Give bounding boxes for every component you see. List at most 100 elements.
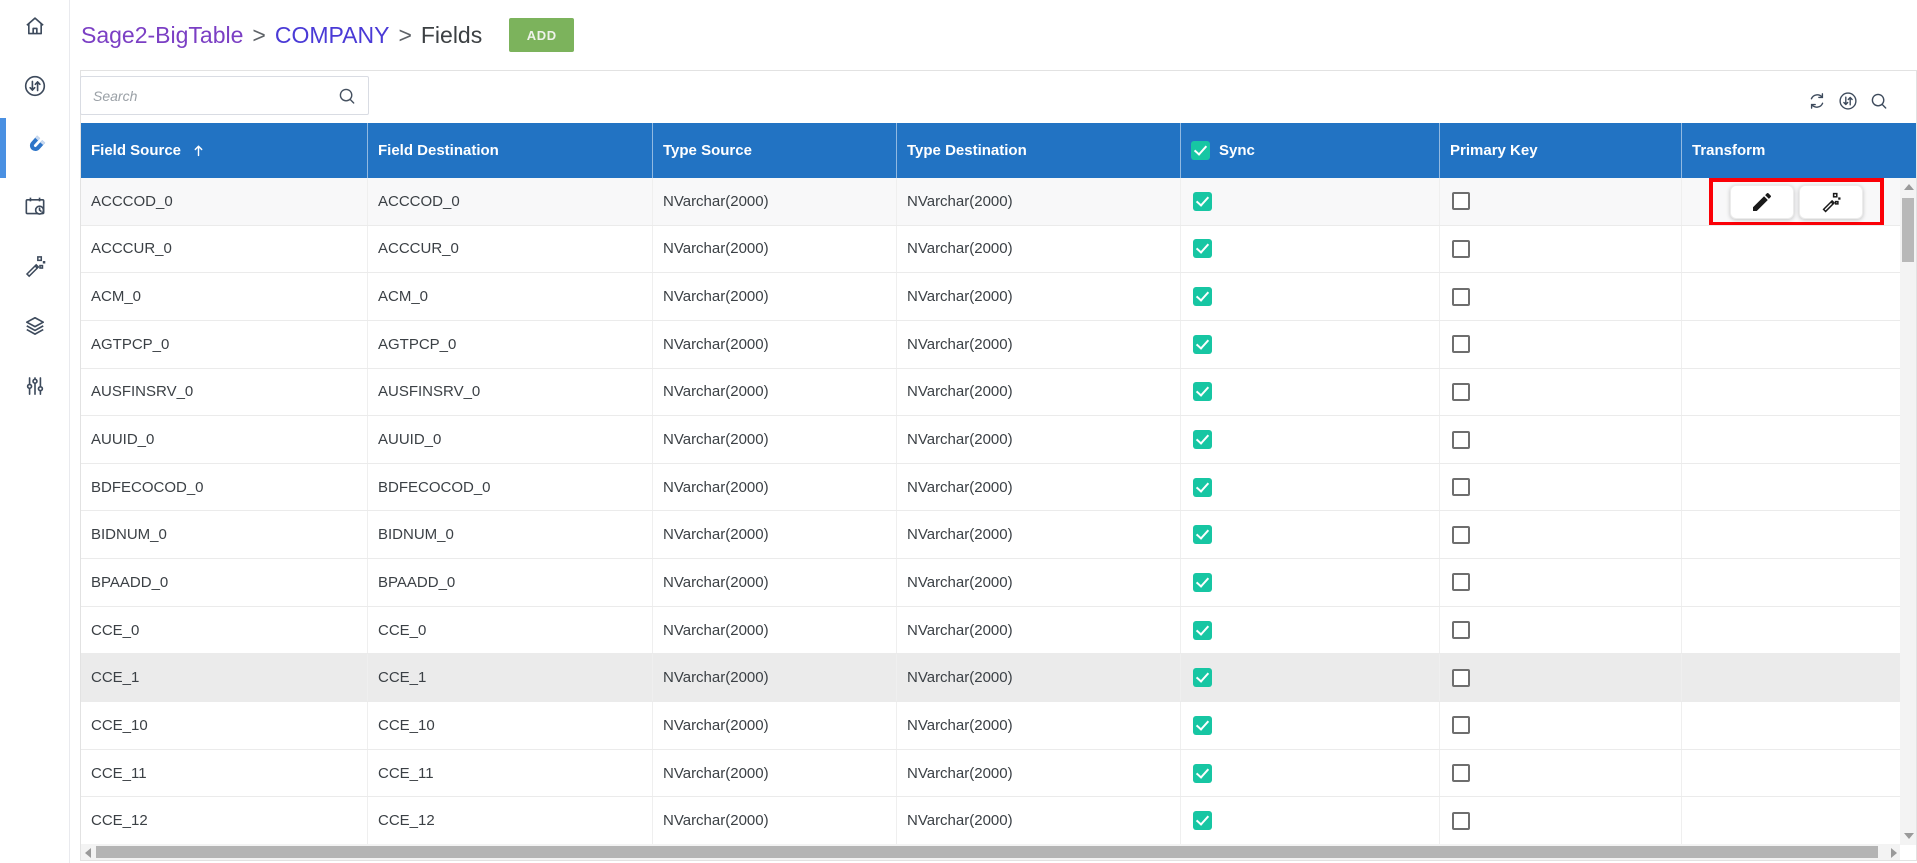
cell-field-destination: BPAADD_0 xyxy=(368,559,653,606)
table-row[interactable]: CCE_12 CCE_12 NVarchar(2000) NVarchar(20… xyxy=(81,797,1916,844)
primary-key-checkbox[interactable] xyxy=(1452,526,1470,544)
cell-type-destination: NVarchar(2000) xyxy=(897,750,1181,797)
sync-checkbox[interactable] xyxy=(1193,287,1212,306)
cell-field-destination: AGTPCP_0 xyxy=(368,321,653,368)
cell-type-destination: NVarchar(2000) xyxy=(897,416,1181,463)
search-box xyxy=(80,76,369,115)
cell-type-destination: NVarchar(2000) xyxy=(897,226,1181,273)
cell-type-source: NVarchar(2000) xyxy=(653,178,897,225)
add-button[interactable]: ADD xyxy=(509,18,574,52)
sidebar-item-layers[interactable] xyxy=(0,304,70,352)
sync-checkbox[interactable] xyxy=(1193,239,1212,258)
table-row[interactable]: BPAADD_0 BPAADD_0 NVarchar(2000) NVarcha… xyxy=(81,559,1916,607)
column-header-type-destination[interactable]: Type Destination xyxy=(897,123,1181,178)
table-row[interactable]: BIDNUM_0 BIDNUM_0 NVarchar(2000) NVarcha… xyxy=(81,511,1916,559)
scroll-down-arrow[interactable] xyxy=(1904,833,1914,839)
table-row[interactable]: ACM_0 ACM_0 NVarchar(2000) NVarchar(2000… xyxy=(81,273,1916,321)
refresh-icon[interactable] xyxy=(1806,90,1828,112)
column-header-primary-key[interactable]: Primary Key xyxy=(1440,123,1682,178)
sync-checkbox[interactable] xyxy=(1193,621,1212,640)
cell-type-destination: NVarchar(2000) xyxy=(897,702,1181,749)
primary-key-checkbox[interactable] xyxy=(1452,812,1470,830)
primary-key-checkbox[interactable] xyxy=(1452,716,1470,734)
primary-key-checkbox[interactable] xyxy=(1452,383,1470,401)
table-row[interactable]: CCE_0 CCE_0 NVarchar(2000) NVarchar(2000… xyxy=(81,607,1916,655)
cell-primary-key xyxy=(1440,321,1682,368)
column-header-field-source[interactable]: Field Source xyxy=(81,123,368,178)
search-icon[interactable] xyxy=(1868,90,1890,112)
cell-field-destination: ACCCUR_0 xyxy=(368,226,653,273)
table-row[interactable]: BDFECOCOD_0 BDFECOCOD_0 NVarchar(2000) N… xyxy=(81,464,1916,512)
table-row[interactable]: ACCCUR_0 ACCCUR_0 NVarchar(2000) NVarcha… xyxy=(81,226,1916,274)
cell-field-destination: BIDNUM_0 xyxy=(368,511,653,558)
vertical-scrollbar-thumb[interactable] xyxy=(1902,198,1914,262)
cell-primary-key xyxy=(1440,464,1682,511)
sidebar-item-wizard[interactable] xyxy=(0,244,70,292)
sync-checkbox[interactable] xyxy=(1193,668,1212,687)
column-header-sync[interactable]: Sync xyxy=(1181,123,1440,178)
sync-checkbox[interactable] xyxy=(1193,478,1212,497)
sidebar-item-schedule[interactable] xyxy=(0,184,70,232)
sync-checkbox[interactable] xyxy=(1193,192,1212,211)
sidebar-item-magnet[interactable] xyxy=(0,124,70,172)
cell-type-source: NVarchar(2000) xyxy=(653,797,897,844)
table-row[interactable]: AUUID_0 AUUID_0 NVarchar(2000) NVarchar(… xyxy=(81,416,1916,464)
breadcrumb-link-company[interactable]: COMPANY xyxy=(275,22,390,49)
app-window: Sage2-BigTable > COMPANY > Fields ADD xyxy=(0,0,1917,863)
column-header-type-source[interactable]: Type Source xyxy=(653,123,897,178)
sync-checkbox[interactable] xyxy=(1193,764,1212,783)
sync-checkbox[interactable] xyxy=(1193,573,1212,592)
cell-field-destination: AUUID_0 xyxy=(368,416,653,463)
table-row[interactable]: CCE_1 CCE_1 NVarchar(2000) NVarchar(2000… xyxy=(81,654,1916,702)
table-row[interactable]: AGTPCP_0 AGTPCP_0 NVarchar(2000) NVarcha… xyxy=(81,321,1916,369)
cell-transform xyxy=(1682,416,1916,463)
arrows-transfer-icon[interactable] xyxy=(1837,90,1859,112)
magic-wand-icon xyxy=(1819,190,1843,214)
horizontal-scrollbar-thumb[interactable] xyxy=(96,846,1878,858)
primary-key-checkbox[interactable] xyxy=(1452,431,1470,449)
scroll-up-arrow[interactable] xyxy=(1904,184,1914,190)
primary-key-checkbox[interactable] xyxy=(1452,478,1470,496)
primary-key-checkbox[interactable] xyxy=(1452,669,1470,687)
sync-checkbox[interactable] xyxy=(1193,430,1212,449)
map-transform-button[interactable] xyxy=(1799,185,1863,219)
breadcrumb-link-table[interactable]: Sage2-BigTable xyxy=(81,22,243,49)
sync-checkbox[interactable] xyxy=(1193,716,1212,735)
scroll-right-arrow[interactable] xyxy=(1891,848,1897,858)
primary-key-checkbox[interactable] xyxy=(1452,192,1470,210)
scroll-left-arrow[interactable] xyxy=(85,848,91,858)
table-row[interactable]: CCE_10 CCE_10 NVarchar(2000) NVarchar(20… xyxy=(81,702,1916,750)
cell-transform xyxy=(1682,559,1916,606)
sidebar-item-home[interactable] xyxy=(0,4,70,52)
sidebar-item-settings[interactable] xyxy=(0,364,70,412)
primary-key-checkbox[interactable] xyxy=(1452,335,1470,353)
sidebar-item-transfers[interactable] xyxy=(0,64,70,112)
cell-primary-key xyxy=(1440,416,1682,463)
cell-type-destination: NVarchar(2000) xyxy=(897,511,1181,558)
cell-field-destination: CCE_0 xyxy=(368,607,653,654)
primary-key-checkbox[interactable] xyxy=(1452,240,1470,258)
primary-key-checkbox[interactable] xyxy=(1452,288,1470,306)
cell-type-source: NVarchar(2000) xyxy=(653,416,897,463)
table-row[interactable]: AUSFINSRV_0 AUSFINSRV_0 NVarchar(2000) N… xyxy=(81,369,1916,417)
sync-checkbox[interactable] xyxy=(1193,382,1212,401)
primary-key-checkbox[interactable] xyxy=(1452,764,1470,782)
sync-checkbox[interactable] xyxy=(1193,525,1212,544)
search-input[interactable] xyxy=(81,88,336,104)
column-header-transform[interactable]: Transform xyxy=(1682,123,1916,178)
cell-field-destination: BDFECOCOD_0 xyxy=(368,464,653,511)
column-header-field-destination[interactable]: Field Destination xyxy=(368,123,653,178)
horizontal-scrollbar[interactable] xyxy=(81,844,1900,860)
primary-key-checkbox[interactable] xyxy=(1452,573,1470,591)
table-row[interactable]: ACCCOD_0 ACCCOD_0 NVarchar(2000) NVarcha… xyxy=(81,178,1916,226)
sync-checkbox[interactable] xyxy=(1193,335,1212,354)
cell-primary-key xyxy=(1440,607,1682,654)
table-row[interactable]: CCE_11 CCE_11 NVarchar(2000) NVarchar(20… xyxy=(81,750,1916,798)
primary-key-checkbox[interactable] xyxy=(1452,621,1470,639)
edit-transform-button[interactable] xyxy=(1730,185,1794,219)
cell-type-destination: NVarchar(2000) xyxy=(897,797,1181,844)
sync-all-checkbox[interactable] xyxy=(1191,141,1210,160)
cell-primary-key xyxy=(1440,369,1682,416)
sync-checkbox[interactable] xyxy=(1193,811,1212,830)
vertical-scrollbar[interactable] xyxy=(1900,178,1916,845)
